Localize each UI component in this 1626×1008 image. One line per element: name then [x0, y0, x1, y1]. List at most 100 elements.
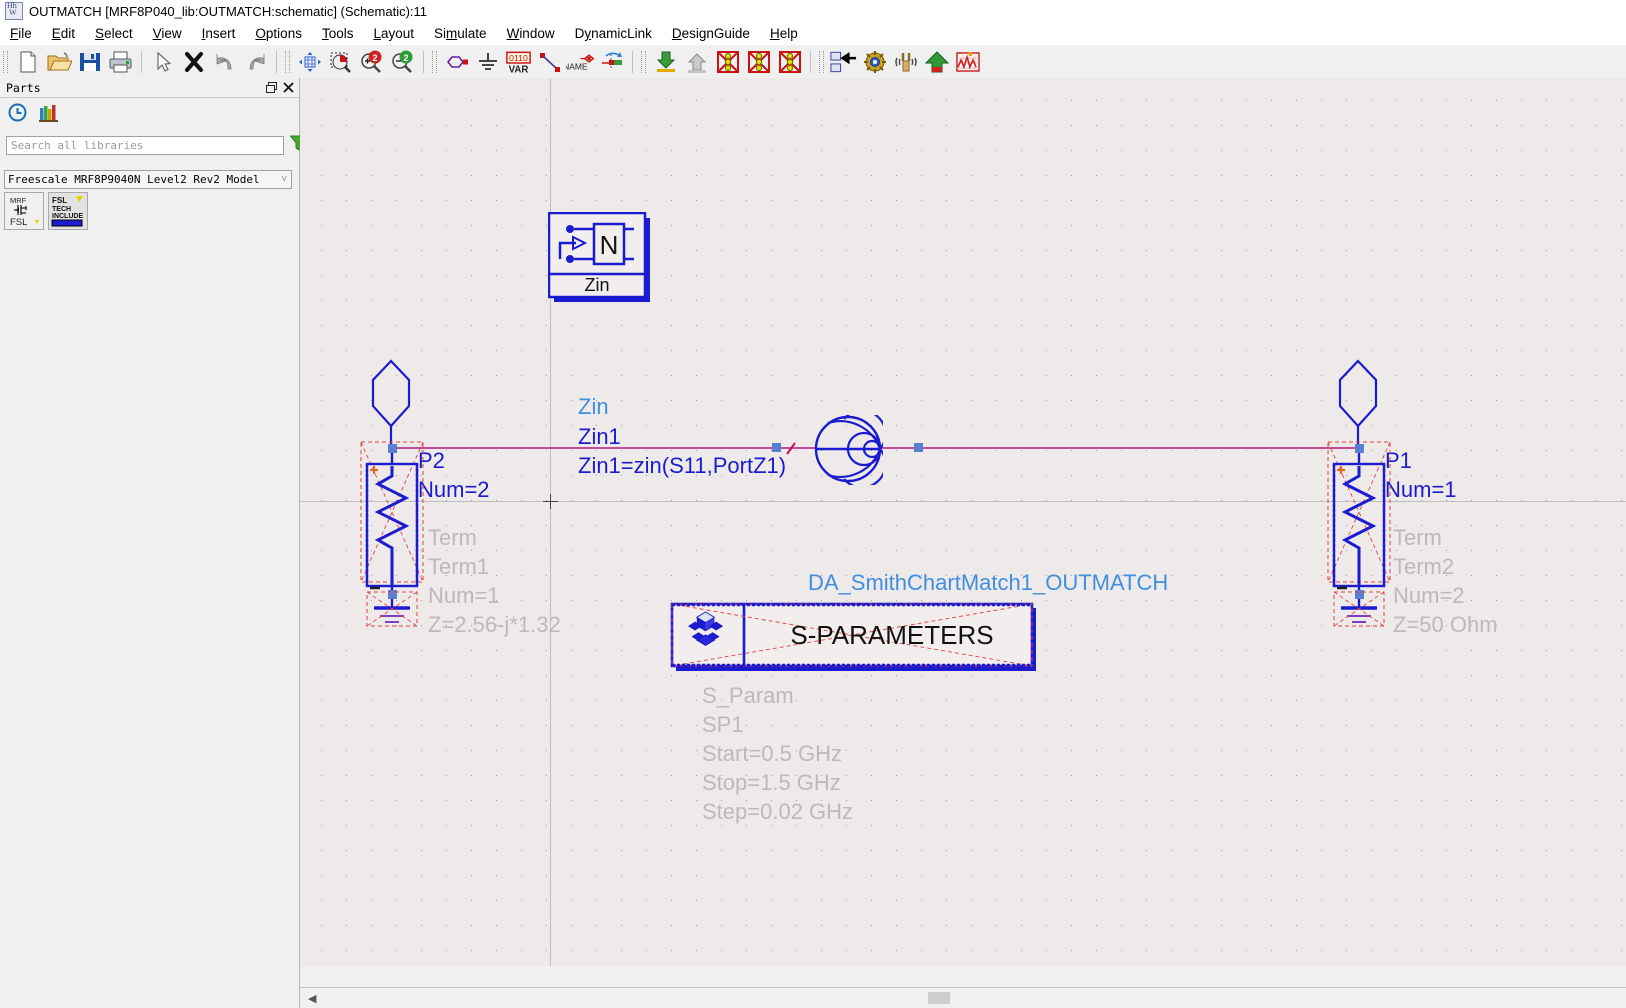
toolbar-grip[interactable]: [3, 50, 8, 73]
select-arrow-icon[interactable]: [148, 48, 177, 76]
svg-text:2: 2: [403, 53, 408, 63]
close-icon[interactable]: [281, 81, 295, 95]
menu-edit[interactable]: Edit: [42, 24, 85, 43]
parts-panel-title: Parts: [6, 80, 41, 95]
fsl-tech-include-part[interactable]: FSL TECH INCLUDE: [48, 192, 88, 230]
menu-designguide[interactable]: DesignGuide: [662, 24, 760, 43]
horizontal-scrollbar[interactable]: ◀: [300, 987, 1626, 1008]
zin-label-equation: Zin1=zin(S11,PortZ1): [578, 453, 787, 478]
toolbar-separator: [276, 50, 277, 73]
zoom-fit-icon[interactable]: [295, 48, 324, 76]
svg-text:FSL: FSL: [52, 196, 67, 205]
port-p1-num: Num=1: [1385, 477, 1457, 502]
schematic-canvas[interactable]: N Zin Zin Zin1 Zin1=zin(S11,PortZ1) P2 N…: [300, 78, 1626, 966]
svg-text:2: 2: [372, 53, 377, 63]
restore-window-icon[interactable]: [264, 81, 278, 95]
window-title: OUTMATCH [MRF8P040_lib:OUTMATCH:schemati…: [29, 3, 428, 19]
svg-text:NAME: NAME: [566, 61, 588, 71]
menu-layout[interactable]: Layout: [363, 24, 424, 43]
insert-wire-icon[interactable]: [535, 48, 564, 76]
push-into-hierarchy-icon[interactable]: [651, 48, 680, 76]
simulate-icon[interactable]: [922, 48, 951, 76]
menu-select[interactable]: Select: [85, 24, 143, 43]
term2-label-instance: Term2: [1393, 554, 1455, 579]
menu-dynamiclink[interactable]: DynamicLink: [565, 24, 662, 43]
sparam-label-instance: SP1: [702, 712, 744, 737]
toggle-schematic-layout-icon[interactable]: [829, 48, 858, 76]
toolbar-grip[interactable]: [819, 50, 824, 73]
sparam-label-type: S_Param: [702, 683, 794, 708]
toolbar-grip[interactable]: [641, 50, 646, 73]
svg-text:FSL: FSL: [10, 217, 27, 228]
term2-label-impedance: Z=50 Ohm: [1393, 612, 1498, 637]
term1-label-num: Num=1: [428, 583, 500, 608]
port-p2-num: Num=2: [418, 477, 490, 502]
term1-component[interactable]: [358, 440, 428, 635]
search-input[interactable]: Search all libraries: [6, 135, 284, 155]
menu-simulate[interactable]: Simulate: [424, 24, 497, 43]
insert-ground-icon[interactable]: [473, 48, 502, 76]
term1-label-instance: Term1: [428, 554, 490, 579]
deactivate-all-icon[interactable]: [744, 48, 773, 76]
parts-tool-row: [0, 102, 307, 128]
toolbar-grip[interactable]: [432, 50, 437, 73]
zoom-area-icon[interactable]: [326, 48, 355, 76]
svg-text:MRF: MRF: [10, 196, 27, 205]
undo-icon[interactable]: [210, 48, 239, 76]
main-toolbar: 2 2 0110 VAR AME: [0, 45, 1626, 79]
pop-out-hierarchy-icon[interactable]: [682, 48, 711, 76]
menu-view[interactable]: View: [143, 24, 192, 43]
sparam-label-stop: Stop=1.5 GHz: [702, 770, 841, 795]
canvas-origin-marker: [543, 494, 558, 509]
insert-wire-name-icon[interactable]: NAME: [566, 48, 595, 76]
zoom-in-icon[interactable]: 2: [357, 48, 386, 76]
term1-label-type: Term: [428, 525, 477, 550]
print-icon[interactable]: [106, 48, 135, 76]
sparam-label-step: Step=0.02 GHz: [702, 799, 854, 824]
tuning-fork-icon[interactable]: [891, 48, 920, 76]
library-select[interactable]: Freescale MRF8P9040N Level2 Rev2 Model ˅: [4, 170, 292, 189]
menu-file[interactable]: File: [0, 24, 42, 43]
menu-options[interactable]: Options: [245, 24, 312, 43]
ads-schematic-window: OUTMATCH [MRF8P040_lib:OUTMATCH:schemati…: [0, 0, 1626, 1008]
smith-label-type: DA_SmithChartMatch1_OUTMATCH: [808, 570, 1169, 595]
library-books-icon[interactable]: [39, 103, 59, 127]
toolbar-grip[interactable]: [285, 50, 290, 73]
parts-panel-header: Parts: [0, 78, 299, 98]
scrollbar-thumb[interactable]: [928, 992, 950, 1004]
library-select-value: Freescale MRF8P9040N Level2 Rev2 Model: [8, 173, 260, 186]
history-clock-icon[interactable]: [8, 103, 27, 127]
term2-label-num: Num=2: [1393, 583, 1465, 608]
term2-label-type: Term: [1393, 525, 1442, 550]
delete-x-icon[interactable]: [179, 48, 208, 76]
insert-var-icon[interactable]: 0110 VAR: [504, 48, 533, 76]
term2-component[interactable]: [1325, 440, 1395, 635]
scroll-left-arrow-icon[interactable]: ◀: [308, 992, 316, 1005]
svg-text:VAR: VAR: [509, 64, 529, 73]
insert-pin-icon[interactable]: [597, 48, 626, 76]
svg-text:0110: 0110: [509, 53, 528, 63]
deactivate-component-icon[interactable]: [713, 48, 742, 76]
menu-insert[interactable]: Insert: [192, 24, 246, 43]
svg-text:N: N: [600, 230, 619, 260]
open-folder-icon[interactable]: [44, 48, 73, 76]
tune-parameters-icon[interactable]: [860, 48, 889, 76]
sparam-label-start: Start=0.5 GHz: [702, 741, 843, 766]
s-parameters-component[interactable]: S-PARAMETERS: [670, 602, 1040, 682]
redo-icon[interactable]: [241, 48, 270, 76]
activate-all-icon[interactable]: [775, 48, 804, 76]
menu-help[interactable]: Help: [760, 24, 808, 43]
svg-text:INCLUDE: INCLUDE: [52, 213, 83, 220]
zoom-out-icon[interactable]: 2: [388, 48, 417, 76]
title-bar: OUTMATCH [MRF8P040_lib:OUTMATCH:schemati…: [0, 0, 1626, 22]
smith-chart-match-component[interactable]: [813, 409, 887, 490]
zin-component[interactable]: N Zin: [547, 211, 658, 312]
save-disk-icon[interactable]: [75, 48, 104, 76]
data-display-icon[interactable]: [953, 48, 982, 76]
s-parameters-title-text: S-PARAMETERS: [790, 620, 993, 650]
new-document-icon[interactable]: [13, 48, 42, 76]
menu-tools[interactable]: Tools: [312, 24, 364, 43]
insert-component-icon[interactable]: [442, 48, 471, 76]
menu-window[interactable]: Window: [497, 24, 565, 43]
mrf-fsl-part[interactable]: MRF FSL: [4, 192, 44, 230]
